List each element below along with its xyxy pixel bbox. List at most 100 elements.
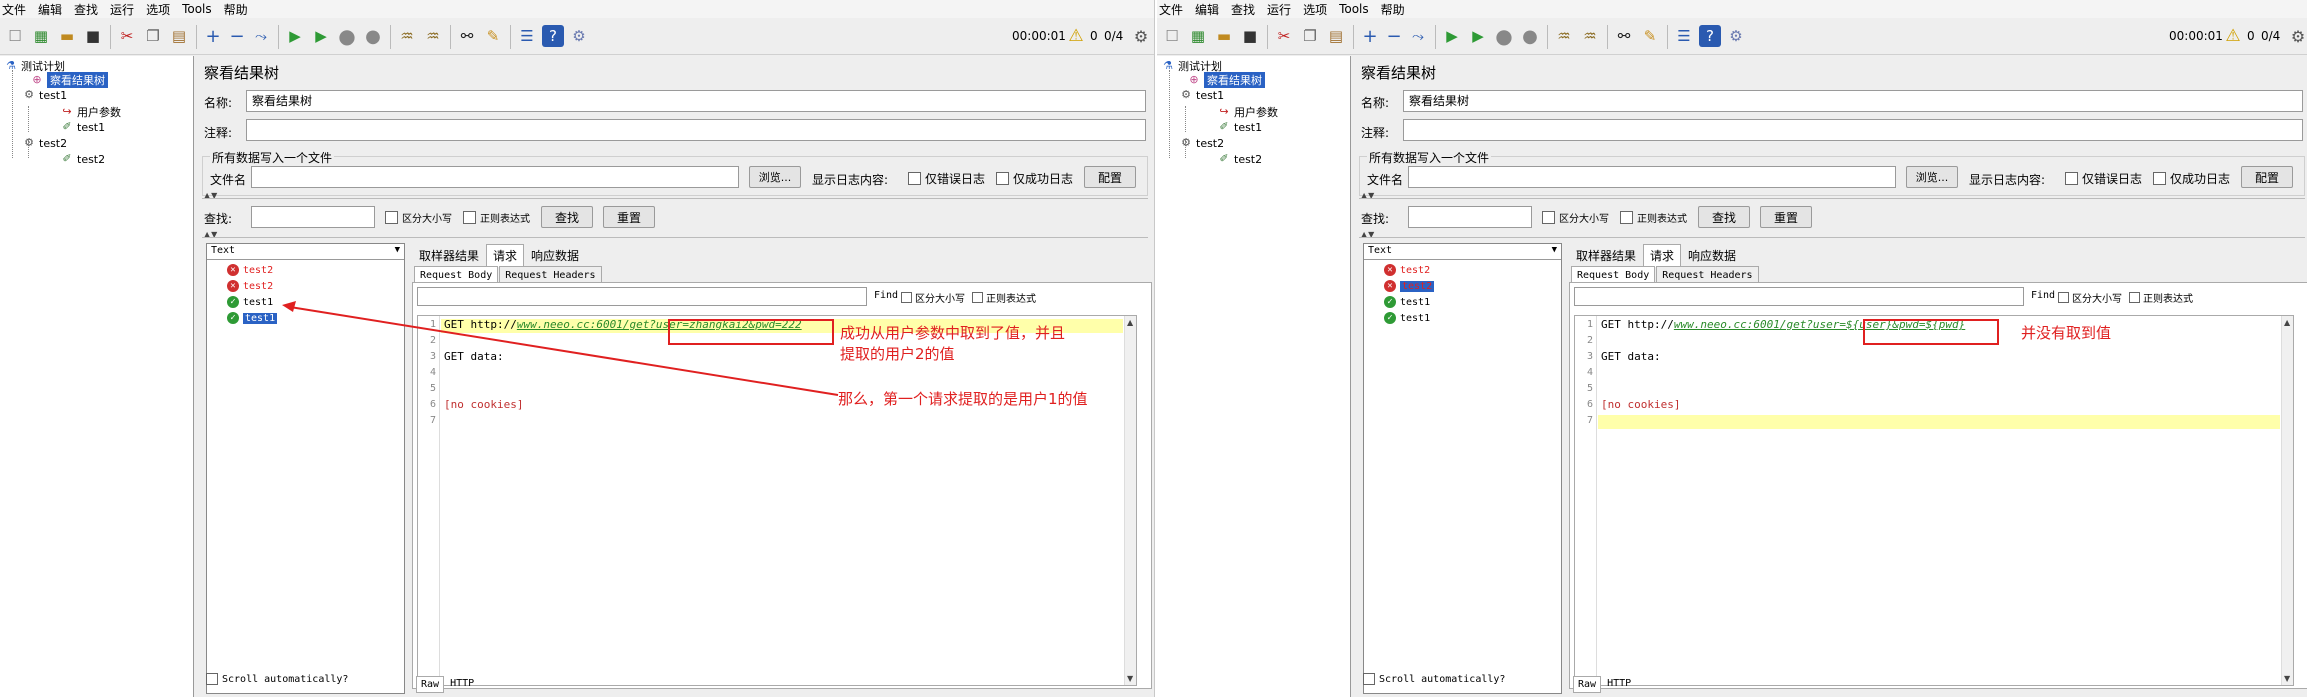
toggle-icon[interactable]: ⤳ <box>250 25 272 47</box>
menu-options[interactable]: 选项 <box>146 1 170 18</box>
result-item[interactable]: ✓ test1 <box>1384 312 1430 324</box>
tab-response-data[interactable]: 响应数据 <box>1681 244 1743 267</box>
name-field[interactable]: 察看结果树 <box>246 90 1146 112</box>
reset-button[interactable]: 重置 <box>1760 206 1812 228</box>
tab-raw[interactable]: Raw <box>1573 676 1602 693</box>
paste-icon[interactable]: ▤ <box>168 25 190 47</box>
clear-icon[interactable]: ♒ <box>396 25 418 47</box>
find-case-checkbox[interactable]: 区分大小写 <box>901 290 965 305</box>
tree-node-user-params[interactable]: ↪ 用户参数 <box>1217 104 1278 120</box>
only-success-checkbox[interactable]: 仅成功日志 <box>2153 170 2230 187</box>
tree-node-thread-group-1[interactable]: ⚙ test1 <box>22 88 67 102</box>
expand-icon[interactable]: + <box>1359 25 1381 47</box>
save-icon[interactable]: ■ <box>82 25 104 47</box>
menu-help[interactable]: 帮助 <box>1381 1 1405 18</box>
tree-node-result-tree[interactable]: ⊕ 察看结果树 <box>30 72 108 88</box>
expand-icon[interactable]: + <box>202 25 224 47</box>
comment-field[interactable] <box>246 119 1146 141</box>
cut-icon[interactable]: ✂ <box>1273 25 1295 47</box>
code-editor[interactable]: 1 2 3 4 5 6 7 GET http://www.neeo.cc:600… <box>417 315 1137 686</box>
cut-icon[interactable]: ✂ <box>116 25 138 47</box>
result-item[interactable]: ✕ test2 <box>227 264 273 276</box>
binoculars-icon[interactable]: ⚯ <box>456 25 478 47</box>
tab-sampler-result[interactable]: 取样器结果 <box>1569 244 1643 267</box>
tree-node-sampler-1[interactable]: ✐ test1 <box>60 120 105 134</box>
clear-all-icon[interactable]: ♒ <box>1579 25 1601 47</box>
menu-tools[interactable]: Tools <box>1339 2 1369 16</box>
result-item-selected[interactable]: ✕ test2 <box>1384 280 1435 292</box>
find-case-checkbox[interactable]: 区分大小写 <box>2058 290 2122 305</box>
find-input[interactable] <box>417 287 867 306</box>
tree-node-sampler-2[interactable]: ✐ test2 <box>60 152 105 166</box>
start-icon[interactable]: ▶ <box>284 25 306 47</box>
regex-checkbox[interactable]: 正则表达式 <box>1620 210 1687 225</box>
menu-edit[interactable]: 编辑 <box>38 1 62 18</box>
start-icon[interactable]: ▶ <box>1441 25 1463 47</box>
scroll-auto-checkbox[interactable]: Scroll automatically? <box>1363 673 1505 685</box>
find-regex-checkbox[interactable]: 正则表达式 <box>972 290 1036 305</box>
result-item[interactable]: ✕ test2 <box>227 280 273 292</box>
open-icon[interactable]: ▬ <box>56 25 78 47</box>
search-input[interactable] <box>1408 206 1532 228</box>
vertical-scrollbar[interactable]: ▲ ▼ <box>2281 316 2293 685</box>
tree-node-result-tree[interactable]: ⊕ 察看结果树 <box>1187 72 1265 88</box>
renderer-select[interactable]: Text ▼ <box>1364 244 1561 260</box>
tab-http[interactable]: HTTP <box>446 676 478 693</box>
clear-all-icon[interactable]: ♒ <box>422 25 444 47</box>
copy-icon[interactable]: ❐ <box>1299 25 1321 47</box>
open-icon[interactable]: ▬ <box>1213 25 1235 47</box>
copy-icon[interactable]: ❐ <box>142 25 164 47</box>
menu-file[interactable]: 文件 <box>1159 1 1183 18</box>
tree-node-user-params[interactable]: ↪ 用户参数 <box>60 104 121 120</box>
find-regex-checkbox[interactable]: 正则表达式 <box>2129 290 2193 305</box>
start-no-pause-icon[interactable]: ▶ <box>1467 25 1489 47</box>
stop-icon[interactable]: ● <box>1493 24 1515 48</box>
tree-node-thread-group-2[interactable]: ⚙ test2 <box>1179 136 1224 150</box>
menu-tools[interactable]: Tools <box>182 2 212 16</box>
reset-button[interactable]: 重置 <box>603 206 655 228</box>
case-checkbox[interactable]: 区分大小写 <box>1542 210 1609 225</box>
paste-icon[interactable]: ▤ <box>1325 25 1347 47</box>
only-errors-checkbox[interactable]: 仅错误日志 <box>2065 170 2142 187</box>
broom-icon[interactable]: ✎ <box>482 25 504 47</box>
browse-button[interactable]: 浏览... <box>1906 166 1958 188</box>
comment-field[interactable] <box>1403 119 2303 141</box>
templates-icon[interactable]: ▦ <box>30 25 52 47</box>
help-icon[interactable]: ? <box>1699 25 1721 47</box>
remote-icon[interactable]: ⚙ <box>1725 25 1747 47</box>
tab-response-data[interactable]: 响应数据 <box>524 244 586 267</box>
result-item[interactable]: ✓ test1 <box>227 296 273 308</box>
scroll-auto-checkbox[interactable]: Scroll automatically? <box>206 673 348 685</box>
vertical-scrollbar[interactable]: ▲ ▼ <box>1124 316 1136 685</box>
collapse-icon[interactable]: − <box>226 25 248 47</box>
tree-node-sampler-2[interactable]: ✐ test2 <box>1217 152 1262 166</box>
remote-icon[interactable]: ⚙ <box>568 25 590 47</box>
find-input[interactable] <box>1574 287 2024 306</box>
shutdown-icon[interactable]: ● <box>362 25 384 47</box>
menu-options[interactable]: 选项 <box>1303 1 1327 18</box>
start-no-pause-icon[interactable]: ▶ <box>310 25 332 47</box>
tab-sampler-result[interactable]: 取样器结果 <box>412 244 486 267</box>
browse-button[interactable]: 浏览... <box>749 166 801 188</box>
menu-search[interactable]: 查找 <box>1231 1 1255 18</box>
menu-run[interactable]: 运行 <box>1267 1 1291 18</box>
collapse-icon[interactable]: − <box>1383 25 1405 47</box>
renderer-select[interactable]: Text ▼ <box>207 244 404 260</box>
search-input[interactable] <box>251 206 375 228</box>
configure-button[interactable]: 配置 <box>1084 166 1136 188</box>
code-editor[interactable]: 1 2 3 4 5 6 7 GET http://www.neeo.cc:600… <box>1574 315 2294 686</box>
help-icon[interactable]: ? <box>542 25 564 47</box>
tab-request[interactable]: 请求 <box>1643 244 1682 267</box>
case-checkbox[interactable]: 区分大小写 <box>385 210 452 225</box>
tab-request[interactable]: 请求 <box>486 244 525 267</box>
new-icon[interactable]: ☐ <box>1161 25 1183 47</box>
menu-edit[interactable]: 编辑 <box>1195 1 1219 18</box>
function-helper-icon[interactable]: ☰ <box>516 25 538 47</box>
templates-icon[interactable]: ▦ <box>1187 25 1209 47</box>
toggle-icon[interactable]: ⤳ <box>1407 25 1429 47</box>
tree-node-thread-group-1[interactable]: ⚙ test1 <box>1179 88 1224 102</box>
menu-search[interactable]: 查找 <box>74 1 98 18</box>
new-icon[interactable]: ☐ <box>4 25 26 47</box>
stop-icon[interactable]: ● <box>336 24 358 48</box>
menu-file[interactable]: 文件 <box>2 1 26 18</box>
